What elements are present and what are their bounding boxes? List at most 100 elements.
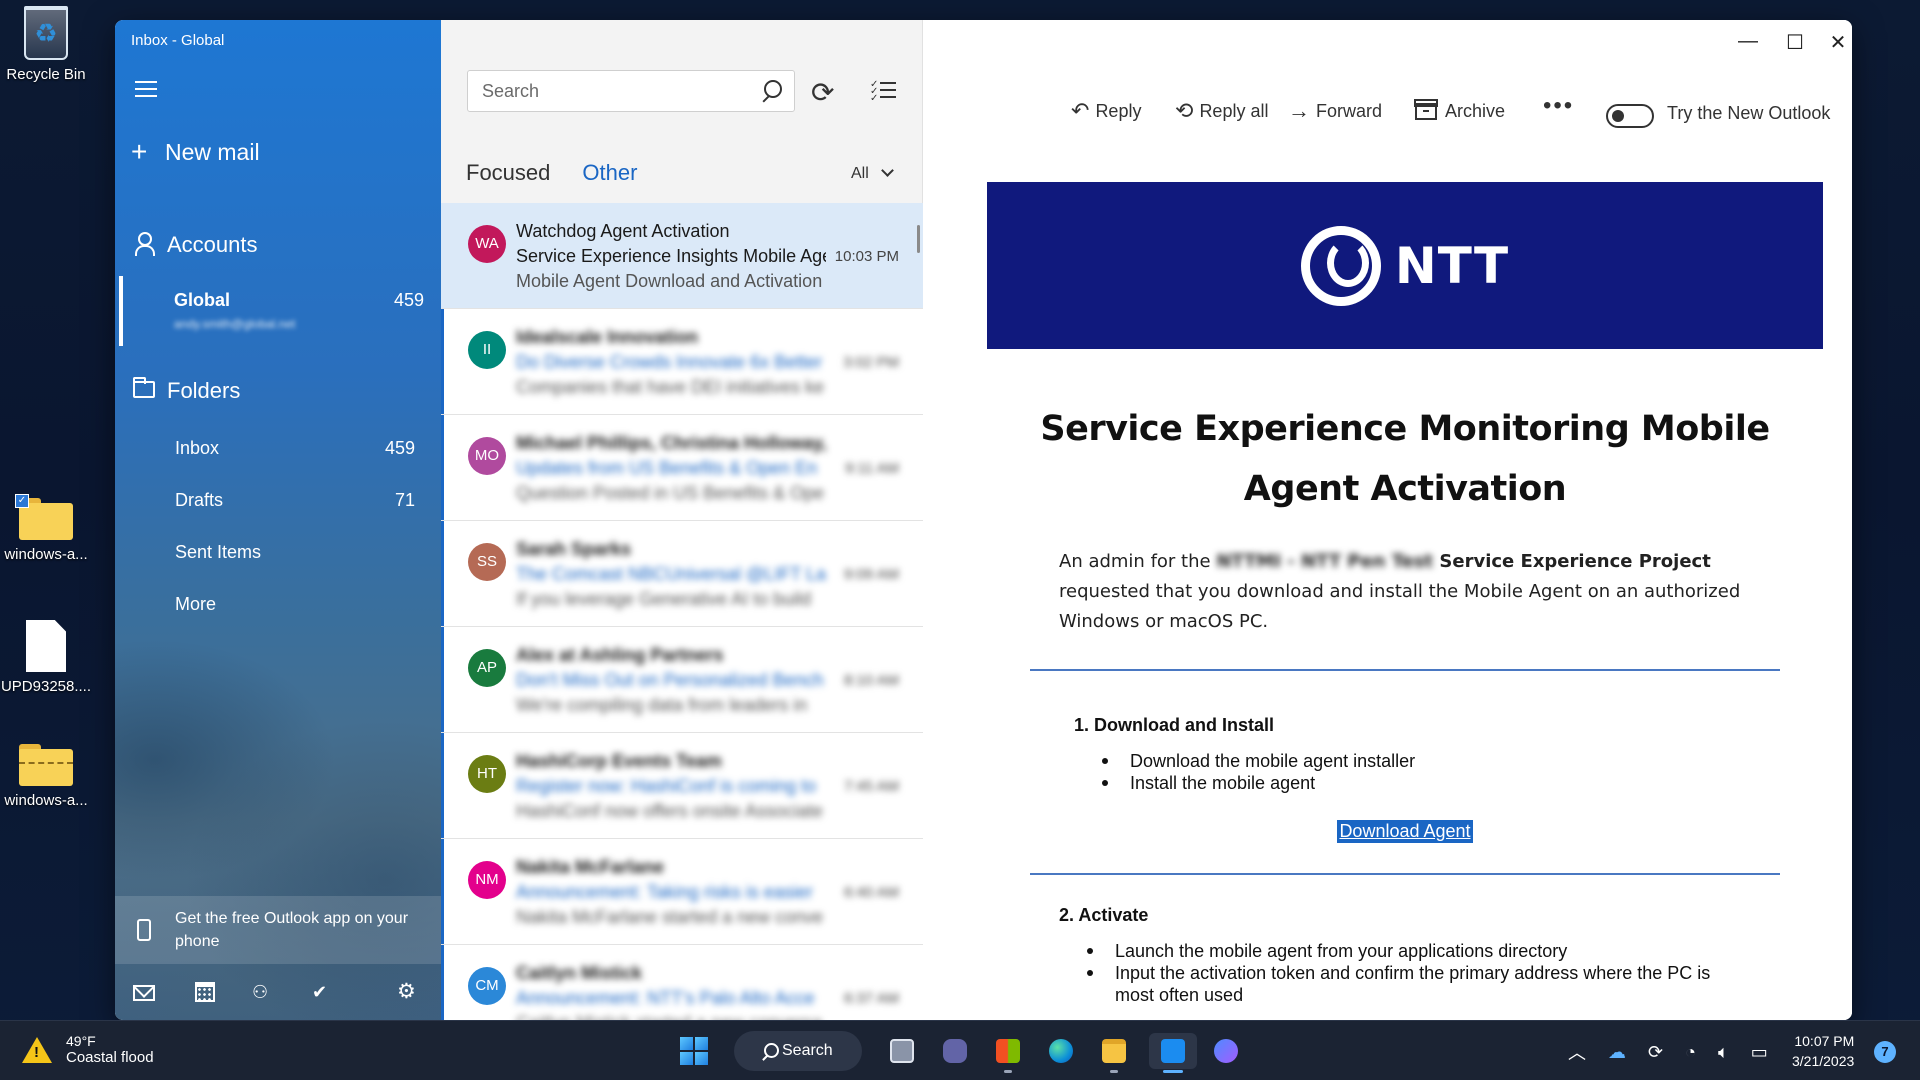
copilot-icon[interactable] [1208,1033,1244,1069]
reply-all-button[interactable]: ⟲ Reply all [1175,98,1268,124]
ntt-logo-mark [1300,225,1381,306]
battery-icon[interactable]: ▭ [1751,1042,1768,1063]
minimize-button[interactable]: — [1733,30,1763,53]
message-row[interactable]: CM Caitlyn Mistick Announcement: NTT's Pal… [441,945,923,1020]
message-row[interactable]: WA Watchdog Agent Activation Service Exper… [441,203,923,309]
ntt-logo: NTT [1300,225,1510,306]
message-time: 6:40 AM [843,884,899,901]
zip-folder-desktop-icon[interactable]: windows-a... [0,744,96,809]
unread-indicator [441,839,444,944]
message-row[interactable]: NM Nakita McFarlane Announcement: Taking r… [441,839,923,945]
folder-drafts[interactable]: Drafts 71 [175,490,415,511]
account-global[interactable]: Global 459 andy.smith@global.net [174,290,424,331]
mail-icon[interactable] [133,982,159,1004]
step-2: 2. Activate Launch the mobile agent from… [1059,905,1823,1006]
intro-project: Service Experience Project [1433,551,1711,572]
message-toolbar: ↶ Reply ⟲ Reply all → Forward Archive ••… [923,92,1852,128]
list-item: Download the mobile agent installer [1100,750,1823,772]
wifi-icon[interactable]: ◔ [1685,1042,1696,1063]
message-row[interactable]: MO Michael Phillips, Christina Holloway, U… [441,415,923,521]
scrollbar-thumb[interactable] [917,225,920,253]
search-icon[interactable] [760,80,782,102]
task-view-icon[interactable] [884,1033,920,1069]
people-icon[interactable]: ⚇ [252,982,278,1004]
folder-inbox[interactable]: Inbox 459 [175,438,415,459]
forward-button[interactable]: → Forward [1288,98,1382,124]
reply-button[interactable]: ↶ Reply [1071,98,1141,124]
search-input[interactable]: Search [467,70,795,112]
message-sender: Caitlyn Mistick [516,963,643,983]
avatar: WA [468,225,506,263]
filter-dropdown[interactable]: All [851,164,894,183]
message-preview: If you leverage Generative AI to build [516,589,812,609]
mail-app-icon[interactable] [1149,1033,1197,1073]
taskbar-search[interactable]: Search [734,1031,862,1071]
desktop-icon-label: Recycle Bin [6,66,86,83]
edge-browser-icon[interactable] [1043,1033,1079,1069]
selection-mode-icon[interactable]: ✓ ✓ ✓ [870,80,896,104]
chevron-up-icon[interactable]: ︿ [1568,1039,1586,1065]
list-item: Input the activation token and confirm t… [1085,962,1745,1006]
new-mail-label: New mail [165,138,260,165]
onedrive-icon[interactable]: ☁ [1608,1042,1626,1063]
todo-icon[interactable]: ✔ [312,982,338,1004]
get-outlook-app-promo[interactable]: Get the free Outlook app on your phone [115,896,441,964]
volume-icon[interactable]: 🔈︎ [1718,1042,1729,1063]
reply-label: Reply [1095,100,1142,121]
close-button[interactable]: ✕ [1823,30,1852,55]
tab-other[interactable]: Other [582,160,637,186]
folder-desktop-icon[interactable]: ✓ windows-a... [0,494,96,563]
folder-outline-icon [133,377,155,398]
more-actions-button[interactable]: ••• [1543,92,1574,120]
reply-icon: ↶ [1071,98,1090,123]
notification-badge[interactable]: 7 [1874,1041,1896,1063]
message-subject: Register now: HashiConf is coming to [516,776,817,796]
download-link-wrap: Download Agent [987,820,1823,843]
new-outlook-toggle[interactable] [1606,104,1654,128]
download-agent-link[interactable]: Download Agent [1337,820,1473,843]
message-time: 10:03 PM [834,248,899,265]
search-placeholder: Search [482,81,540,101]
folder-more[interactable]: More [175,594,415,615]
start-button[interactable] [680,1037,708,1065]
message-row[interactable]: AP Alex at Ashling Partners Don't Miss Out… [441,627,923,733]
teams-chat-icon[interactable] [937,1033,973,1069]
settings-icon[interactable]: ⚙ [397,979,423,1003]
avatar: CM [468,967,506,1005]
hamburger-menu-icon[interactable] [135,81,157,97]
message-sender: Idealscale Innovation [516,327,699,347]
message-list-pane: Search ⟳ ✓ ✓ ✓ Focused Other All WA Watch… [441,20,923,1020]
folder-sent-items[interactable]: Sent Items [175,542,415,563]
calendar-icon[interactable] [195,982,221,1004]
message-preview: Nakita McFarlane started a new conve [516,907,824,927]
message-row[interactable]: SS Sarah Sparks The Comcast NBCUniversal @… [441,521,923,627]
message-sender: Watchdog Agent Activation [516,221,730,241]
email-intro: An admin for the NTTMI - NTT Pen Test Se… [1059,547,1753,637]
ntt-logo-text: NTT [1394,236,1510,295]
file-explorer-icon[interactable] [1096,1033,1132,1073]
microsoft-store-icon[interactable] [990,1033,1026,1073]
sync-status-icon[interactable]: ⟳ [1648,1042,1663,1063]
sync-icon[interactable]: ⟳ [811,76,834,109]
clock-date: 3/21/2023 [1792,1053,1855,1069]
message-row[interactable]: II Idealscale Innovation Do Diverse Crowds… [441,309,923,415]
file-desktop-icon[interactable]: UPD93258.... [0,620,96,695]
message-row[interactable]: HT HashiCorp Events Team Register now: Has… [441,733,923,839]
tab-focused[interactable]: Focused [466,160,550,186]
avatar: SS [468,543,506,581]
message-sender: Sarah Sparks [516,539,632,559]
message-time: 9:09 AM [843,566,899,583]
taskbar-apps: Search [680,1031,1261,1073]
folders-header[interactable]: Folders [131,377,240,404]
maximize-button[interactable]: ☐ [1780,30,1810,55]
archive-button[interactable]: Archive [1414,99,1505,122]
accounts-header[interactable]: Accounts [131,232,258,258]
email-body: NTT Service Experience Monitoring Mobile… [987,182,1823,1006]
forward-arrow-icon: → [1288,98,1310,123]
new-mail-button[interactable]: + New mail [131,136,260,168]
weather-widget[interactable]: 49°F Coastal flood [22,1033,154,1066]
recycle-bin-desktop-icon[interactable]: Recycle Bin [0,6,96,83]
avatar: HT [468,755,506,793]
accounts-label: Accounts [167,232,258,257]
clock[interactable]: 10:07 PM 3/21/2023 [1792,1031,1854,1071]
